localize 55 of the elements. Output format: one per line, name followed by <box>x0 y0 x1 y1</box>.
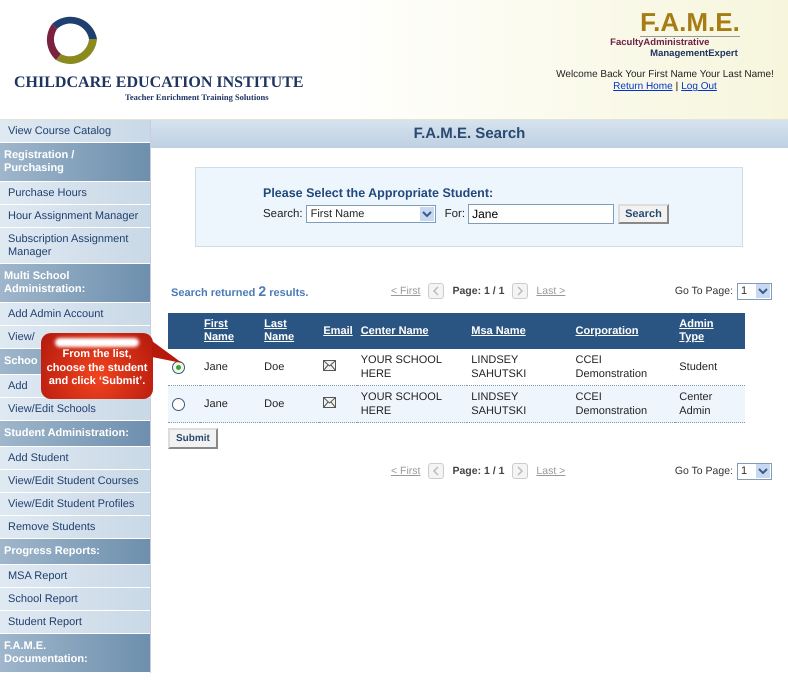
sidebar-heading: F.A.M.E. Documentation: <box>0 634 150 673</box>
column-header-link[interactable]: First Name <box>204 318 256 344</box>
table-cell: Doe <box>260 386 320 422</box>
sidebar-item[interactable]: Remove Students <box>0 516 150 539</box>
fame-logo-subtitle: FacultyAdministrative <box>610 37 710 48</box>
sidebar-heading: Registration / Purchasing <box>0 143 150 182</box>
sidebar-item[interactable]: Add Student <box>0 447 150 470</box>
sidebar-item[interactable]: School Report <box>0 588 150 611</box>
welcome-text: Welcome Back Your First Name Your Last Name! <box>556 69 774 81</box>
column-header-link[interactable]: Corporation <box>576 324 672 338</box>
fame-logo-subtitle: ManagementExpert <box>650 48 738 59</box>
table-cell: CCEI Demonstration <box>572 386 676 422</box>
sidebar-heading: Multi School Administration: <box>0 264 150 303</box>
column-header-link[interactable]: Msa Name <box>471 324 568 338</box>
fame-logo-title: F.A.M.E. <box>640 8 740 37</box>
sidebar-item[interactable]: Purchase Hours <box>0 182 150 205</box>
search-label: Search: <box>263 208 303 220</box>
search-button[interactable]: Search <box>618 204 669 224</box>
tagline: Teacher Enrichment Training Solutions <box>125 92 268 102</box>
table-cell: LINDSEY SAHUTSKI <box>467 386 572 422</box>
column-header-link[interactable]: Last Name <box>264 318 316 344</box>
column-header-link[interactable]: Admin Type <box>679 318 741 344</box>
sidebar-item[interactable]: View/Edit Student Profiles <box>0 493 150 516</box>
table-cell: YOUR SCHOOL HERE <box>356 386 468 422</box>
for-label: For: <box>444 208 466 220</box>
page-indicator: Page: 1 / 1 <box>452 285 504 297</box>
sidebar-item[interactable]: MSA Report <box>0 565 150 588</box>
sidebar-item[interactable]: Add Admin Account <box>0 303 150 326</box>
page-title: F.A.M.E. Search <box>151 120 788 148</box>
submit-button[interactable]: Submit <box>168 428 218 449</box>
logo-name: CHILDCARE EDUCATION INSTITUTE <box>14 74 304 92</box>
sidebar-item[interactable]: View/Edit Schools <box>0 398 150 421</box>
separator: | <box>676 81 678 92</box>
page-dropdown[interactable]: 1 <box>737 282 772 300</box>
sidebar-item[interactable]: View Course Catalog <box>0 120 150 143</box>
search-by-dropdown[interactable]: First Name <box>306 205 436 223</box>
sidebar-item[interactable]: View/Edit Student Courses <box>0 470 150 493</box>
go-to-page-label: Go To Page: <box>674 285 733 297</box>
log-out-link[interactable]: Log Out <box>681 81 717 92</box>
sidebar-item[interactable]: Hour Assignment Manager <box>0 205 150 228</box>
go-to-page-label: Go To Page: <box>674 465 733 477</box>
table-cell: Center Admin <box>675 386 745 422</box>
sidebar-heading: Progress Reports: <box>0 539 150 565</box>
sidebar-item[interactable]: Student Report <box>0 611 150 634</box>
results-summary: Search returned 2 results. <box>171 283 310 299</box>
page-dropdown[interactable]: 1 <box>737 462 772 480</box>
column-header-link[interactable]: Center Name <box>360 324 464 338</box>
panel-heading: Please Select the Appropriate Student: <box>263 186 494 200</box>
column-header-link[interactable]: Email <box>323 324 353 338</box>
sidebar-item[interactable]: Subscription Assignment Manager <box>0 228 150 264</box>
page-indicator: Page: 1 / 1 <box>452 465 504 477</box>
return-home-link[interactable]: Return Home <box>613 81 673 92</box>
search-field[interactable]: Jane <box>468 204 614 224</box>
sidebar-heading: Student Administration: <box>0 421 150 447</box>
table-cell: Jane <box>200 386 260 422</box>
